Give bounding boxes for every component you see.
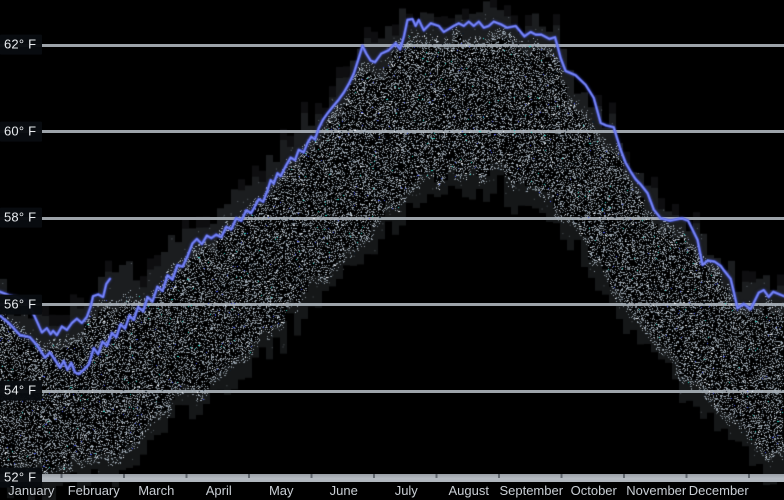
x-axis-month-label: July: [394, 483, 418, 498]
y-axis-tick-label: 62° F: [0, 34, 43, 55]
chart-plot-canvas: [0, 0, 784, 500]
x-axis-month-label: May: [268, 483, 294, 498]
x-axis-month-label: August: [448, 483, 489, 498]
y-axis-tick-label: 56° F: [0, 294, 43, 315]
x-axis-month-label: January: [8, 483, 55, 498]
x-axis-line: [0, 474, 784, 482]
x-axis-month-label: October: [570, 483, 617, 498]
water-temperature-chart: 62° F 60° F 58° F 56° F 54° F 52° F Janu…: [0, 0, 784, 500]
x-axis-month-label: November: [626, 483, 687, 498]
x-axis-month-label: September: [499, 483, 564, 498]
x-axis-month-label: June: [329, 483, 358, 498]
x-axis-month-label: April: [205, 483, 232, 498]
y-axis-tick-label: 58° F: [0, 207, 43, 228]
x-axis-month-label: March: [138, 483, 175, 498]
y-axis-tick-label: 60° F: [0, 121, 43, 142]
x-axis-month-label: December: [688, 483, 749, 498]
x-axis-month-label: February: [67, 483, 120, 498]
y-axis-tick-label: 54° F: [0, 380, 43, 401]
